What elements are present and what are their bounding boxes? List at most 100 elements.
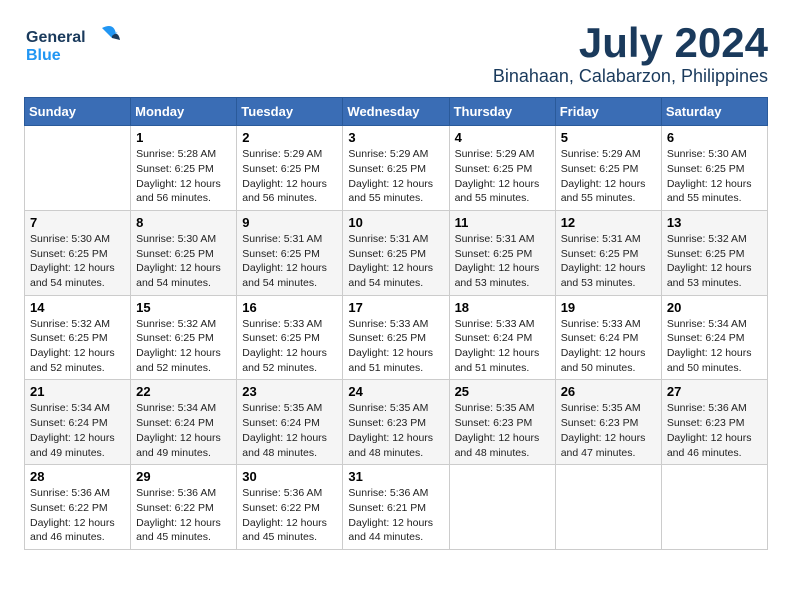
- day-number: 5: [561, 130, 656, 145]
- calendar-cell: 28 Sunrise: 5:36 AM Sunset: 6:22 PM Dayli…: [25, 465, 131, 550]
- calendar-cell: 13Sunrise: 5:32 AM Sunset: 6:25 PM Dayli…: [661, 210, 767, 295]
- calendar-cell: 17Sunrise: 5:33 AM Sunset: 6:25 PM Dayli…: [343, 295, 449, 380]
- calendar-cell: 30 Sunrise: 5:36 AM Sunset: 6:22 PM Dayli…: [237, 465, 343, 550]
- calendar-cell: 24 Sunrise: 5:35 AM Sunset: 6:23 PM Dayli…: [343, 380, 449, 465]
- calendar-cell: 12 Sunrise: 5:31 AM Sunset: 6:25 PM Dayli…: [555, 210, 661, 295]
- calendar-header-row: SundayMondayTuesdayWednesdayThursdayFrid…: [25, 98, 768, 126]
- day-info: Sunrise: 5:36 AM Sunset: 6:22 PM Dayligh…: [242, 486, 337, 545]
- day-number: 4: [455, 130, 550, 145]
- day-number: 16: [242, 300, 337, 315]
- day-number: 30: [242, 469, 337, 484]
- day-number: 12: [561, 215, 656, 230]
- calendar-cell: 11 Sunrise: 5:31 AM Sunset: 6:25 PM Dayli…: [449, 210, 555, 295]
- calendar-week-2: 7 Sunrise: 5:30 AM Sunset: 6:25 PM Daylig…: [25, 210, 768, 295]
- calendar-cell: [661, 465, 767, 550]
- day-info: Sunrise: 5:34 AM Sunset: 6:24 PM Dayligh…: [30, 401, 125, 460]
- day-info: Sunrise: 5:36 AM Sunset: 6:21 PM Dayligh…: [348, 486, 443, 545]
- calendar-cell: 22 Sunrise: 5:34 AM Sunset: 6:24 PM Dayli…: [131, 380, 237, 465]
- day-info: Sunrise: 5:36 AM Sunset: 6:23 PM Dayligh…: [667, 401, 762, 460]
- calendar-week-4: 21 Sunrise: 5:34 AM Sunset: 6:24 PM Dayli…: [25, 380, 768, 465]
- day-number: 13: [667, 215, 762, 230]
- calendar-cell: 29 Sunrise: 5:36 AM Sunset: 6:22 PM Dayli…: [131, 465, 237, 550]
- calendar-cell: 4 Sunrise: 5:29 AM Sunset: 6:25 PM Daylig…: [449, 126, 555, 211]
- day-number: 26: [561, 384, 656, 399]
- day-info: Sunrise: 5:31 AM Sunset: 6:25 PM Dayligh…: [455, 232, 550, 291]
- day-info: Sunrise: 5:36 AM Sunset: 6:22 PM Dayligh…: [30, 486, 125, 545]
- day-info: Sunrise: 5:32 AM Sunset: 6:25 PM Dayligh…: [136, 317, 231, 376]
- day-info: Sunrise: 5:36 AM Sunset: 6:22 PM Dayligh…: [136, 486, 231, 545]
- day-number: 25: [455, 384, 550, 399]
- calendar-cell: 10 Sunrise: 5:31 AM Sunset: 6:25 PM Dayli…: [343, 210, 449, 295]
- day-info: Sunrise: 5:29 AM Sunset: 6:25 PM Dayligh…: [348, 147, 443, 206]
- day-number: 8: [136, 215, 231, 230]
- day-info: Sunrise: 5:31 AM Sunset: 6:25 PM Dayligh…: [348, 232, 443, 291]
- day-info: Sunrise: 5:32 AM Sunset: 6:25 PM Dayligh…: [30, 317, 125, 376]
- day-info: Sunrise: 5:33 AM Sunset: 6:24 PM Dayligh…: [455, 317, 550, 376]
- day-number: 23: [242, 384, 337, 399]
- day-number: 2: [242, 130, 337, 145]
- calendar-cell: 14 Sunrise: 5:32 AM Sunset: 6:25 PM Dayli…: [25, 295, 131, 380]
- day-info: Sunrise: 5:35 AM Sunset: 6:23 PM Dayligh…: [348, 401, 443, 460]
- day-number: 31: [348, 469, 443, 484]
- calendar-week-5: 28 Sunrise: 5:36 AM Sunset: 6:22 PM Dayli…: [25, 465, 768, 550]
- column-header-sunday: Sunday: [25, 98, 131, 126]
- day-number: 9: [242, 215, 337, 230]
- day-info: Sunrise: 5:31 AM Sunset: 6:25 PM Dayligh…: [242, 232, 337, 291]
- day-number: 22: [136, 384, 231, 399]
- calendar-cell: 21 Sunrise: 5:34 AM Sunset: 6:24 PM Dayli…: [25, 380, 131, 465]
- day-info: Sunrise: 5:29 AM Sunset: 6:25 PM Dayligh…: [561, 147, 656, 206]
- day-number: 18: [455, 300, 550, 315]
- day-info: Sunrise: 5:30 AM Sunset: 6:25 PM Dayligh…: [667, 147, 762, 206]
- page-header: General Blue July 2024 Binahaan, Calabar…: [24, 20, 768, 87]
- title-section: July 2024 Binahaan, Calabarzon, Philippi…: [493, 20, 768, 87]
- day-info: Sunrise: 5:29 AM Sunset: 6:25 PM Dayligh…: [455, 147, 550, 206]
- day-number: 20: [667, 300, 762, 315]
- day-info: Sunrise: 5:30 AM Sunset: 6:25 PM Dayligh…: [136, 232, 231, 291]
- day-info: Sunrise: 5:33 AM Sunset: 6:25 PM Dayligh…: [242, 317, 337, 376]
- svg-text:Blue: Blue: [26, 47, 61, 64]
- day-info: Sunrise: 5:34 AM Sunset: 6:24 PM Dayligh…: [136, 401, 231, 460]
- calendar-cell: 19 Sunrise: 5:33 AM Sunset: 6:24 PM Dayli…: [555, 295, 661, 380]
- day-number: 24: [348, 384, 443, 399]
- day-number: 1: [136, 130, 231, 145]
- day-number: 15: [136, 300, 231, 315]
- day-number: 21: [30, 384, 125, 399]
- calendar-cell: 1Sunrise: 5:28 AM Sunset: 6:25 PM Daylig…: [131, 126, 237, 211]
- column-header-friday: Friday: [555, 98, 661, 126]
- calendar-cell: [449, 465, 555, 550]
- day-info: Sunrise: 5:31 AM Sunset: 6:25 PM Dayligh…: [561, 232, 656, 291]
- day-number: 19: [561, 300, 656, 315]
- day-info: Sunrise: 5:35 AM Sunset: 6:24 PM Dayligh…: [242, 401, 337, 460]
- day-number: 11: [455, 215, 550, 230]
- calendar-table: SundayMondayTuesdayWednesdayThursdayFrid…: [24, 97, 768, 550]
- calendar-cell: 25 Sunrise: 5:35 AM Sunset: 6:23 PM Dayli…: [449, 380, 555, 465]
- column-header-wednesday: Wednesday: [343, 98, 449, 126]
- day-number: 29: [136, 469, 231, 484]
- location-title: Binahaan, Calabarzon, Philippines: [493, 66, 768, 87]
- day-info: Sunrise: 5:35 AM Sunset: 6:23 PM Dayligh…: [561, 401, 656, 460]
- day-info: Sunrise: 5:33 AM Sunset: 6:25 PM Dayligh…: [348, 317, 443, 376]
- calendar-cell: 5 Sunrise: 5:29 AM Sunset: 6:25 PM Daylig…: [555, 126, 661, 211]
- calendar-cell: 2Sunrise: 5:29 AM Sunset: 6:25 PM Daylig…: [237, 126, 343, 211]
- day-info: Sunrise: 5:35 AM Sunset: 6:23 PM Dayligh…: [455, 401, 550, 460]
- day-number: 3: [348, 130, 443, 145]
- day-number: 28: [30, 469, 125, 484]
- calendar-cell: 6Sunrise: 5:30 AM Sunset: 6:25 PM Daylig…: [661, 126, 767, 211]
- calendar-cell: 26 Sunrise: 5:35 AM Sunset: 6:23 PM Dayli…: [555, 380, 661, 465]
- calendar-cell: 27 Sunrise: 5:36 AM Sunset: 6:23 PM Dayli…: [661, 380, 767, 465]
- day-info: Sunrise: 5:34 AM Sunset: 6:24 PM Dayligh…: [667, 317, 762, 376]
- calendar-cell: 3 Sunrise: 5:29 AM Sunset: 6:25 PM Daylig…: [343, 126, 449, 211]
- day-number: 7: [30, 215, 125, 230]
- calendar-cell: 15 Sunrise: 5:32 AM Sunset: 6:25 PM Dayli…: [131, 295, 237, 380]
- calendar-cell: 18 Sunrise: 5:33 AM Sunset: 6:24 PM Dayli…: [449, 295, 555, 380]
- day-number: 14: [30, 300, 125, 315]
- day-info: Sunrise: 5:33 AM Sunset: 6:24 PM Dayligh…: [561, 317, 656, 376]
- logo: General Blue: [24, 20, 124, 70]
- calendar-week-1: 1Sunrise: 5:28 AM Sunset: 6:25 PM Daylig…: [25, 126, 768, 211]
- calendar-week-3: 14 Sunrise: 5:32 AM Sunset: 6:25 PM Dayli…: [25, 295, 768, 380]
- column-header-saturday: Saturday: [661, 98, 767, 126]
- day-number: 10: [348, 215, 443, 230]
- month-title: July 2024: [493, 20, 768, 66]
- calendar-cell: 8 Sunrise: 5:30 AM Sunset: 6:25 PM Daylig…: [131, 210, 237, 295]
- day-number: 27: [667, 384, 762, 399]
